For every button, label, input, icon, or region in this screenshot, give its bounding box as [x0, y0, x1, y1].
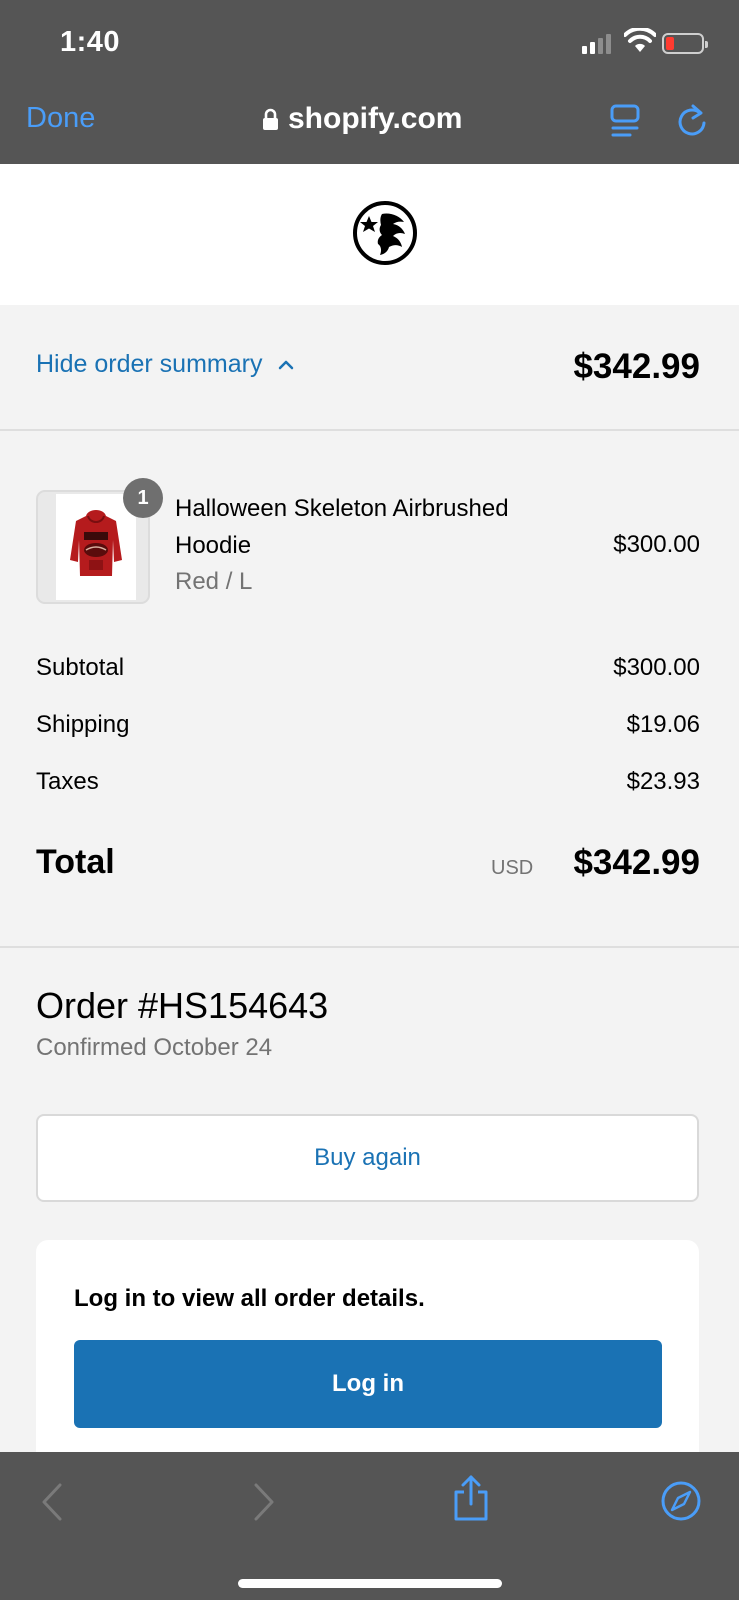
order-status: Confirmed October 24 — [36, 1034, 273, 1061]
product-name: Halloween Skeleton Airbrushed Hoodie — [175, 495, 509, 559]
log-in-button[interactable]: Log in — [74, 1340, 662, 1428]
taxes-label: Taxes — [36, 768, 99, 795]
home-indicator[interactable] — [238, 1579, 502, 1588]
order-number: Order #HS154643 — [36, 985, 329, 1026]
status-time: 1:40 — [60, 26, 121, 58]
back-icon[interactable] — [40, 1482, 64, 1522]
total-currency: USD — [491, 857, 534, 879]
domain-label: shopify.com — [288, 102, 463, 135]
product-price: $300.00 — [613, 531, 700, 558]
address-field[interactable]: shopify.com — [262, 102, 462, 136]
chevron-up-icon — [279, 360, 294, 370]
toggle-label: Hide order summary — [36, 350, 263, 378]
taxes-value: $23.93 — [626, 768, 700, 795]
login-prompt: Log in to view all order details. — [74, 1285, 425, 1312]
quantity-badge: 1 — [123, 478, 163, 518]
browser-url-bar: Done shopify.com — [0, 84, 739, 164]
store-header — [0, 164, 739, 305]
total-amount: $342.99 — [573, 843, 700, 882]
subtotal-label: Subtotal — [36, 654, 125, 681]
browser-toolbar — [0, 1452, 739, 1600]
summary-total: $342.99 — [573, 347, 700, 386]
hide-order-summary-link[interactable]: Hide order summary — [36, 350, 294, 379]
cellular-signal-icon — [582, 32, 611, 54]
subtotal-value: $300.00 — [613, 654, 700, 681]
section-divider — [0, 946, 739, 948]
forward-icon[interactable] — [252, 1482, 276, 1522]
status-bar: 1:40 — [0, 0, 739, 84]
battery-icon — [662, 33, 708, 54]
store-logo[interactable] — [352, 200, 418, 266]
product-variant: Red / L — [175, 568, 253, 595]
reader-mode-icon[interactable] — [610, 104, 640, 138]
total-label: Total — [36, 843, 115, 881]
reload-icon[interactable] — [676, 103, 708, 139]
share-icon[interactable] — [452, 1474, 490, 1522]
done-button[interactable]: Done — [26, 102, 95, 135]
lock-icon — [263, 108, 278, 130]
buy-again-button[interactable]: Buy again — [36, 1114, 699, 1202]
compass-icon[interactable] — [660, 1480, 702, 1522]
hoodie-image — [56, 494, 136, 600]
wifi-icon — [624, 28, 656, 52]
shipping-label: Shipping — [36, 711, 130, 738]
order-summary-toggle[interactable]: Hide order summary $342.99 — [0, 305, 739, 431]
shipping-value: $19.06 — [626, 711, 700, 738]
